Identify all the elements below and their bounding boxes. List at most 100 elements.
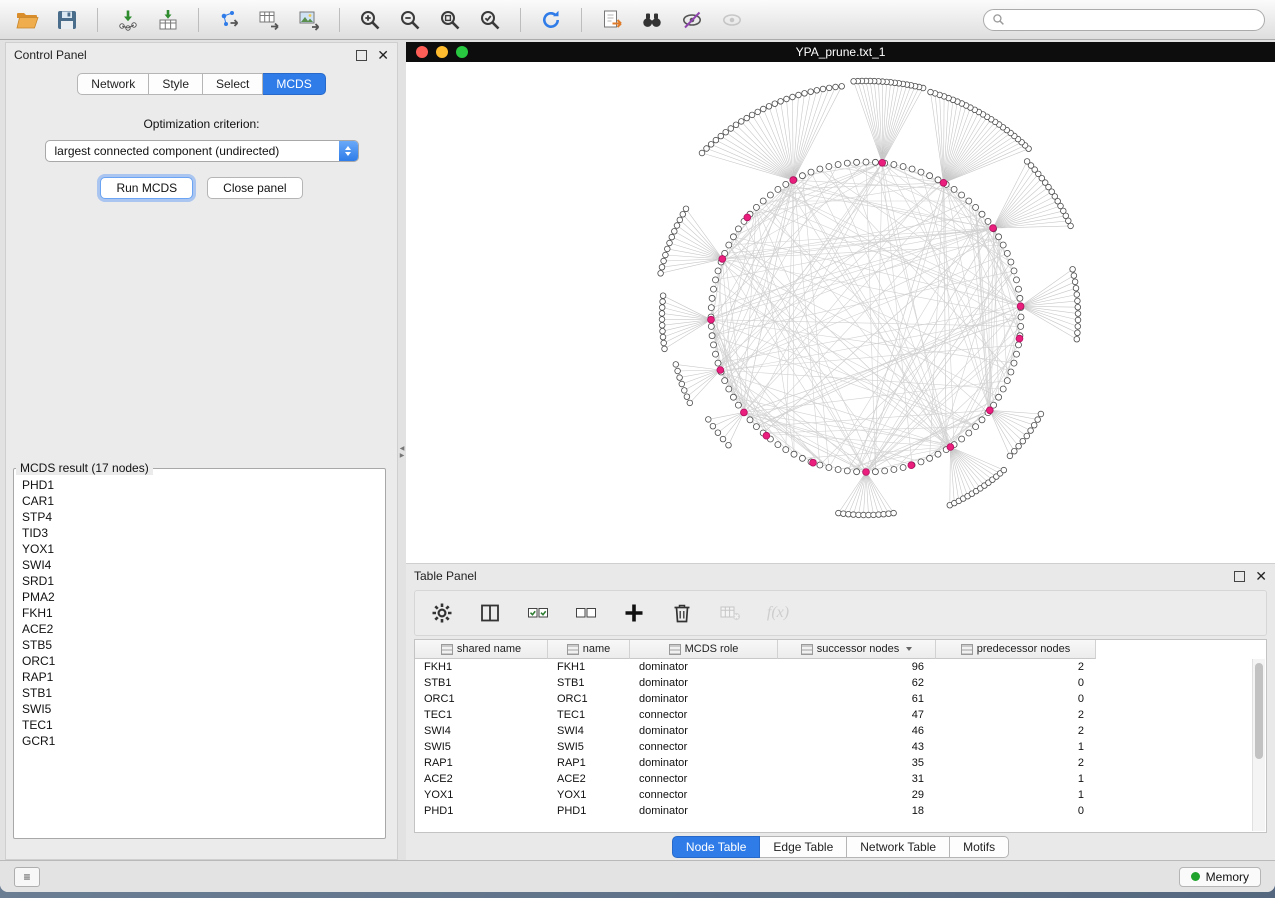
table-cell: dominator <box>630 805 778 817</box>
select-all-icon[interactable] <box>521 598 555 628</box>
column-header-predecessor-nodes[interactable]: predecessor nodes <box>936 640 1096 659</box>
splitter-vertical[interactable]: ◀▶ <box>398 42 406 860</box>
table-cell: SWI5 <box>548 741 630 753</box>
table-cell: 2 <box>936 725 1096 737</box>
splitter-handle-icon[interactable]: ◀▶ <box>398 446 406 460</box>
maximize-window-icon[interactable] <box>456 46 468 58</box>
import-network-icon[interactable] <box>111 5 145 35</box>
zoom-selected-icon[interactable] <box>473 5 507 35</box>
tab-select[interactable]: Select <box>203 73 263 95</box>
table-cell: 29 <box>778 789 936 801</box>
column-header-MCDS-role[interactable]: MCDS role <box>630 640 778 659</box>
mcds-result-item[interactable]: STB1 <box>16 685 383 701</box>
zoom-out-icon[interactable] <box>393 5 427 35</box>
show-details-icon[interactable] <box>715 5 749 35</box>
mcds-result-item[interactable]: SWI4 <box>16 557 383 573</box>
table-row[interactable]: YOX1YOX1connector291 <box>415 787 1266 803</box>
close-table-panel-icon[interactable]: ✕ <box>1255 570 1267 582</box>
column-header-successor-nodes[interactable]: successor nodes <box>778 640 936 659</box>
add-row-icon[interactable] <box>617 598 651 628</box>
tab-network[interactable]: Network <box>77 73 149 95</box>
zoom-fit-icon[interactable] <box>433 5 467 35</box>
refresh-layout-icon[interactable] <box>534 5 568 35</box>
deselect-all-icon[interactable] <box>569 598 603 628</box>
export-image-icon[interactable] <box>292 5 326 35</box>
table-scrollbar-thumb[interactable] <box>1255 663 1263 759</box>
import-table-icon[interactable] <box>151 5 185 35</box>
minimize-window-icon[interactable] <box>436 46 448 58</box>
mcds-result-item[interactable]: ACE2 <box>16 621 383 637</box>
mcds-result-item[interactable]: SRD1 <box>16 573 383 589</box>
network-graph[interactable] <box>406 62 1275 563</box>
mcds-result-item[interactable]: RAP1 <box>16 669 383 685</box>
toolbar-divider <box>520 8 521 32</box>
network-titlebar[interactable]: YPA_prune.txt_1 <box>406 42 1275 62</box>
column-header-name[interactable]: name <box>548 640 630 659</box>
table-cell: SWI5 <box>415 741 548 753</box>
table-cell: 0 <box>936 693 1096 705</box>
mcds-result-item[interactable]: YOX1 <box>16 541 383 557</box>
optimization-select[interactable]: largest connected component (undirected) <box>45 140 359 162</box>
network-title: YPA_prune.txt_1 <box>796 45 886 59</box>
open-file-icon[interactable] <box>10 5 44 35</box>
mcds-result-item[interactable]: TID3 <box>16 525 383 541</box>
close-panel-button[interactable]: Close panel <box>207 177 302 199</box>
zoom-in-icon[interactable] <box>353 5 387 35</box>
table-row[interactable]: PHD1PHD1dominator180 <box>415 803 1266 819</box>
mcds-result-item[interactable]: STB5 <box>16 637 383 653</box>
run-mcds-button[interactable]: Run MCDS <box>100 177 193 199</box>
table-cell: dominator <box>630 677 778 689</box>
table-cell: 0 <box>936 677 1096 689</box>
table-row[interactable]: RAP1RAP1dominator352 <box>415 755 1266 771</box>
mcds-result-item[interactable]: CAR1 <box>16 493 383 509</box>
table-cell: RAP1 <box>548 757 630 769</box>
table-tab-motifs[interactable]: Motifs <box>950 836 1009 858</box>
status-bar: ≡ Memory <box>0 860 1275 892</box>
table-scrollbar[interactable] <box>1252 659 1265 831</box>
table-row[interactable]: ORC1ORC1dominator610 <box>415 691 1266 707</box>
table-row[interactable]: SWI4SWI4dominator462 <box>415 723 1266 739</box>
mcds-result-item[interactable]: SWI5 <box>16 701 383 717</box>
table-row[interactable]: TEC1TEC1connector472 <box>415 707 1266 723</box>
float-table-panel-icon[interactable] <box>1234 571 1245 582</box>
mcds-result-item[interactable]: STP4 <box>16 509 383 525</box>
mcds-result-item[interactable]: GCR1 <box>16 733 383 749</box>
search-icon <box>992 13 1005 26</box>
float-panel-icon[interactable] <box>356 50 367 61</box>
table-row[interactable]: SWI5SWI5connector431 <box>415 739 1266 755</box>
search-input[interactable] <box>1010 12 1256 28</box>
table-cell: PHD1 <box>415 805 548 817</box>
table-cell: 43 <box>778 741 936 753</box>
mcds-result-item[interactable]: ORC1 <box>16 653 383 669</box>
toolbar-divider <box>198 8 199 32</box>
tab-style[interactable]: Style <box>149 73 203 95</box>
search-box[interactable] <box>983 9 1265 31</box>
task-history-icon[interactable]: ≡ <box>14 867 40 887</box>
delete-row-icon[interactable] <box>665 598 699 628</box>
tab-mcds[interactable]: MCDS <box>263 73 325 95</box>
table-row[interactable]: STB1STB1dominator620 <box>415 675 1266 691</box>
memory-label: Memory <box>1206 870 1249 884</box>
column-header-shared-name[interactable]: shared name <box>415 640 548 659</box>
memory-button[interactable]: Memory <box>1179 867 1261 887</box>
mcds-result-item[interactable]: PMA2 <box>16 589 383 605</box>
columns-icon[interactable] <box>473 598 507 628</box>
close-window-icon[interactable] <box>416 46 428 58</box>
save-icon[interactable] <box>50 5 84 35</box>
mcds-result-item[interactable]: PHD1 <box>16 477 383 493</box>
export-table-icon[interactable] <box>252 5 286 35</box>
table-tab-node-table[interactable]: Node Table <box>672 836 761 858</box>
mcds-result-item[interactable]: TEC1 <box>16 717 383 733</box>
table-row[interactable]: FKH1FKH1dominator962 <box>415 659 1266 675</box>
table-tab-network-table[interactable]: Network Table <box>847 836 950 858</box>
table-tab-edge-table[interactable]: Edge Table <box>760 836 847 858</box>
mcds-result-item[interactable]: FKH1 <box>16 605 383 621</box>
export-network-icon[interactable] <box>212 5 246 35</box>
binoculars-icon[interactable] <box>635 5 669 35</box>
hide-details-icon[interactable] <box>675 5 709 35</box>
close-panel-icon[interactable]: ✕ <box>377 49 389 61</box>
table-row[interactable]: ACE2ACE2connector311 <box>415 771 1266 787</box>
gear-icon[interactable] <box>425 598 459 628</box>
share-document-icon[interactable] <box>595 5 629 35</box>
table-cell: connector <box>630 773 778 785</box>
